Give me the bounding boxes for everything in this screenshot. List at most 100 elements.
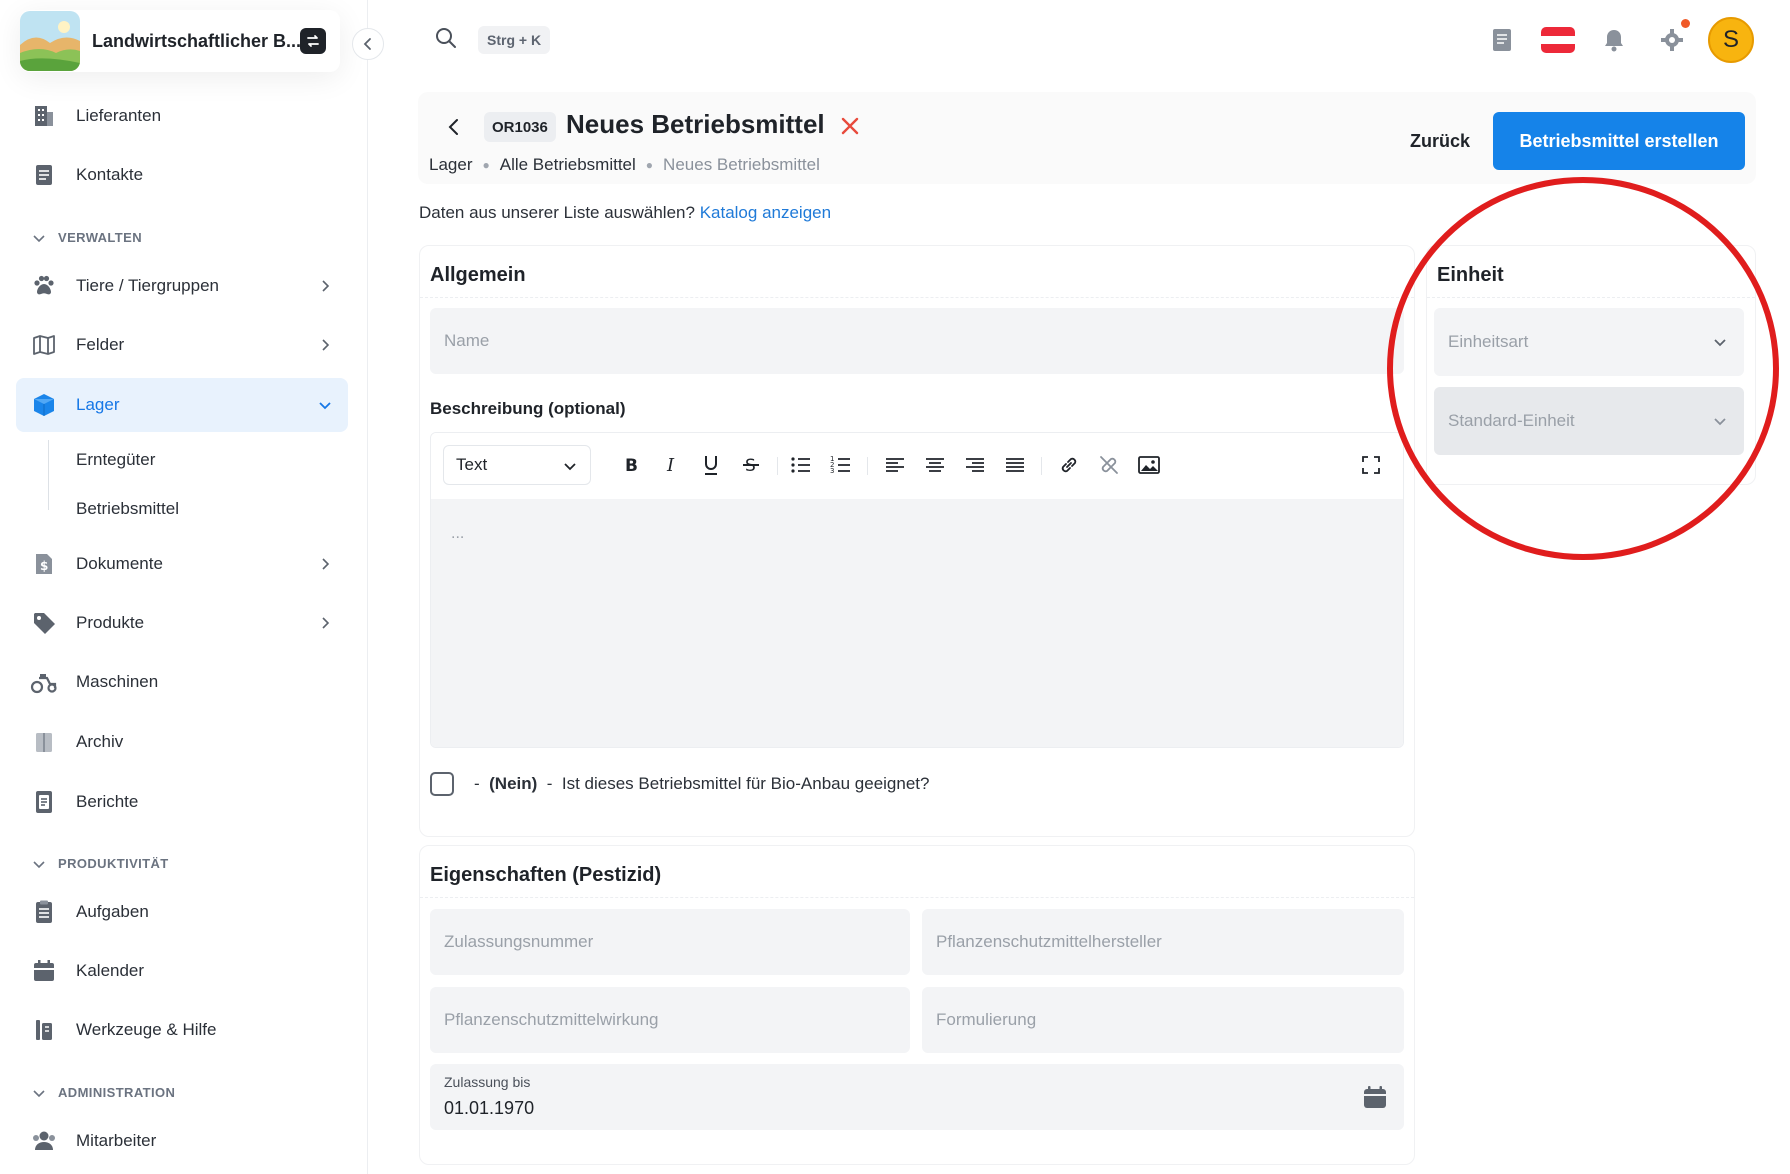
create-button[interactable]: Betriebsmittel erstellen — [1493, 112, 1745, 170]
default-unit-placeholder: Standard-Einheit — [1448, 411, 1575, 430]
chevron-right-icon — [316, 555, 334, 573]
sidebar-item-maschinen[interactable]: Maschinen — [16, 655, 348, 709]
report-icon — [30, 788, 58, 816]
format-select[interactable]: Text — [443, 445, 591, 485]
users-icon — [30, 1127, 58, 1155]
task-list-icon — [30, 898, 58, 926]
record-code-badge: OR1036 — [484, 112, 556, 142]
approval-number-input[interactable]: Zulassungsnummer — [430, 909, 910, 975]
breadcrumb-item[interactable]: Lager — [429, 155, 472, 175]
svg-text:$: $ — [40, 559, 48, 573]
align-right-icon[interactable] — [963, 453, 987, 477]
sidebar-item-label: Aufgaben — [76, 902, 149, 921]
sidebar-item-label: Tiere / Tiergruppen — [76, 276, 219, 295]
align-justify-icon[interactable] — [1003, 453, 1027, 477]
numbered-list-icon[interactable]: 123 — [829, 453, 853, 477]
bullet-list-icon[interactable] — [789, 453, 813, 477]
chevron-down-icon — [316, 396, 334, 414]
close-icon[interactable] — [838, 114, 862, 138]
building-icon — [30, 102, 58, 130]
bio-checkbox-label: - (Nein) - Ist dieses Betriebsmittel für… — [474, 774, 929, 794]
editor-body[interactable]: ... — [431, 499, 1403, 747]
format-select-value: Text — [456, 455, 488, 474]
default-unit-select[interactable]: Standard-Einheit — [1434, 387, 1744, 455]
strikethrough-icon[interactable]: S — [739, 453, 763, 477]
brand-switcher[interactable]: Landwirtschaftlicher B... — [20, 10, 340, 72]
search-icon[interactable] — [434, 26, 458, 50]
approval-date-field[interactable]: Zulassung bis 01.01.1970 — [430, 1064, 1404, 1130]
sidebar-item-label: Werkzeuge & Hilfe — [76, 1020, 217, 1039]
chevron-left-icon[interactable] — [443, 116, 465, 138]
sidebar-item-archiv[interactable]: Archiv — [16, 715, 348, 769]
svg-text:3: 3 — [830, 467, 834, 475]
switch-icon[interactable] — [300, 28, 326, 54]
bold-icon[interactable]: B — [619, 453, 643, 477]
chevron-down-icon — [33, 860, 45, 868]
bio-checkbox[interactable] — [430, 772, 454, 796]
unit-type-select[interactable]: Einheitsart — [1434, 308, 1744, 376]
sidebar-item-kontakte[interactable]: Kontakte — [16, 148, 348, 202]
unlink-icon[interactable] — [1097, 453, 1121, 477]
collapse-sidebar-button[interactable] — [352, 28, 384, 60]
sidebar-item-werkzeuge[interactable]: Werkzeuge & Hilfe — [16, 1003, 348, 1057]
sidebar-item-felder[interactable]: Felder — [16, 318, 348, 372]
notification-dot — [1681, 19, 1690, 28]
sidebar-subitem-betriebsmittel[interactable]: Betriebsmittel — [76, 499, 179, 519]
catalog-link[interactable]: Katalog anzeigen — [700, 203, 831, 222]
gear-icon[interactable] — [1658, 26, 1686, 54]
back-button[interactable]: Zurück — [1410, 131, 1470, 152]
sidebar-item-label: Mitarbeiter — [76, 1131, 157, 1150]
description-editor[interactable]: Text B I S 123 ... — [430, 432, 1404, 748]
section-verwalten[interactable]: VERWALTEN — [32, 230, 142, 245]
underline-icon[interactable] — [699, 453, 723, 477]
fullscreen-icon[interactable] — [1359, 453, 1383, 477]
sidebar-item-mitarbeiter[interactable]: Mitarbeiter — [16, 1114, 348, 1168]
section-label: ADMINISTRATION — [58, 1085, 176, 1100]
section-administration[interactable]: ADMINISTRATION — [32, 1085, 175, 1100]
sidebar-item-label: Kalender — [76, 961, 145, 980]
catalog-prompt: Daten aus unserer Liste auswählen? — [419, 203, 695, 222]
sidebar-item-berichte[interactable]: Berichte — [16, 775, 348, 829]
editor-toolbar: Text B I S 123 — [431, 433, 1403, 499]
sidebar-item-label: Kontakte — [76, 165, 144, 184]
sidebar-item-lager[interactable]: Lager — [16, 378, 348, 432]
italic-icon[interactable]: I — [659, 453, 683, 477]
sidebar-item-lieferanten[interactable]: Lieferanten — [16, 89, 348, 143]
bell-icon[interactable] — [1600, 26, 1628, 54]
chevron-down-icon — [1714, 339, 1726, 347]
breadcrumb-separator: ● — [482, 158, 490, 172]
austria-flag-icon[interactable] — [1540, 26, 1576, 54]
map-icon — [30, 331, 58, 359]
image-icon[interactable] — [1137, 453, 1161, 477]
section-produktivitaet[interactable]: PRODUKTIVITÄT — [32, 856, 169, 871]
breadcrumb-item[interactable]: Alle Betriebsmittel — [500, 155, 636, 175]
sidebar-subitem-ernteguter[interactable]: Erntegüter — [76, 450, 155, 470]
sidebar-item-tiere[interactable]: Tiere / Tiergruppen — [16, 259, 348, 313]
general-card-title: Allgemein — [420, 246, 1414, 298]
avatar[interactable]: S — [1708, 17, 1754, 63]
sidebar-item-label: Berichte — [76, 792, 139, 811]
align-left-icon[interactable] — [883, 453, 907, 477]
book-icon[interactable] — [1488, 26, 1516, 54]
align-center-icon[interactable] — [923, 453, 947, 477]
svg-text:B: B — [625, 456, 638, 475]
manufacturer-input[interactable]: Pflanzenschutzmittelhersteller — [922, 909, 1404, 975]
calendar-icon[interactable] — [1362, 1084, 1388, 1110]
tractor-icon — [30, 668, 58, 696]
sidebar-item-aufgaben[interactable]: Aufgaben — [16, 885, 348, 939]
sidebar-item-kalender[interactable]: Kalender — [16, 944, 348, 998]
calendar-icon — [30, 957, 58, 985]
bio-separator: - — [546, 774, 553, 793]
tools-icon — [30, 1016, 58, 1044]
effect-input[interactable]: Pflanzenschutzmittelwirkung — [430, 987, 910, 1053]
sidebar-item-produkte[interactable]: Produkte — [16, 596, 348, 650]
name-input[interactable]: Name — [430, 308, 1404, 374]
search-shortcut-badge[interactable]: Strg + K — [478, 26, 551, 54]
bio-value: (Nein) — [489, 774, 538, 793]
formulation-input[interactable]: Formulierung — [922, 987, 1404, 1053]
toolbar-separator — [1041, 457, 1042, 475]
breadcrumb-separator: ● — [645, 158, 654, 172]
sidebar-item-dokumente[interactable]: $ Dokumente — [16, 537, 348, 591]
link-icon[interactable] — [1057, 453, 1081, 477]
sidebar-item-label: Lager — [76, 395, 120, 414]
